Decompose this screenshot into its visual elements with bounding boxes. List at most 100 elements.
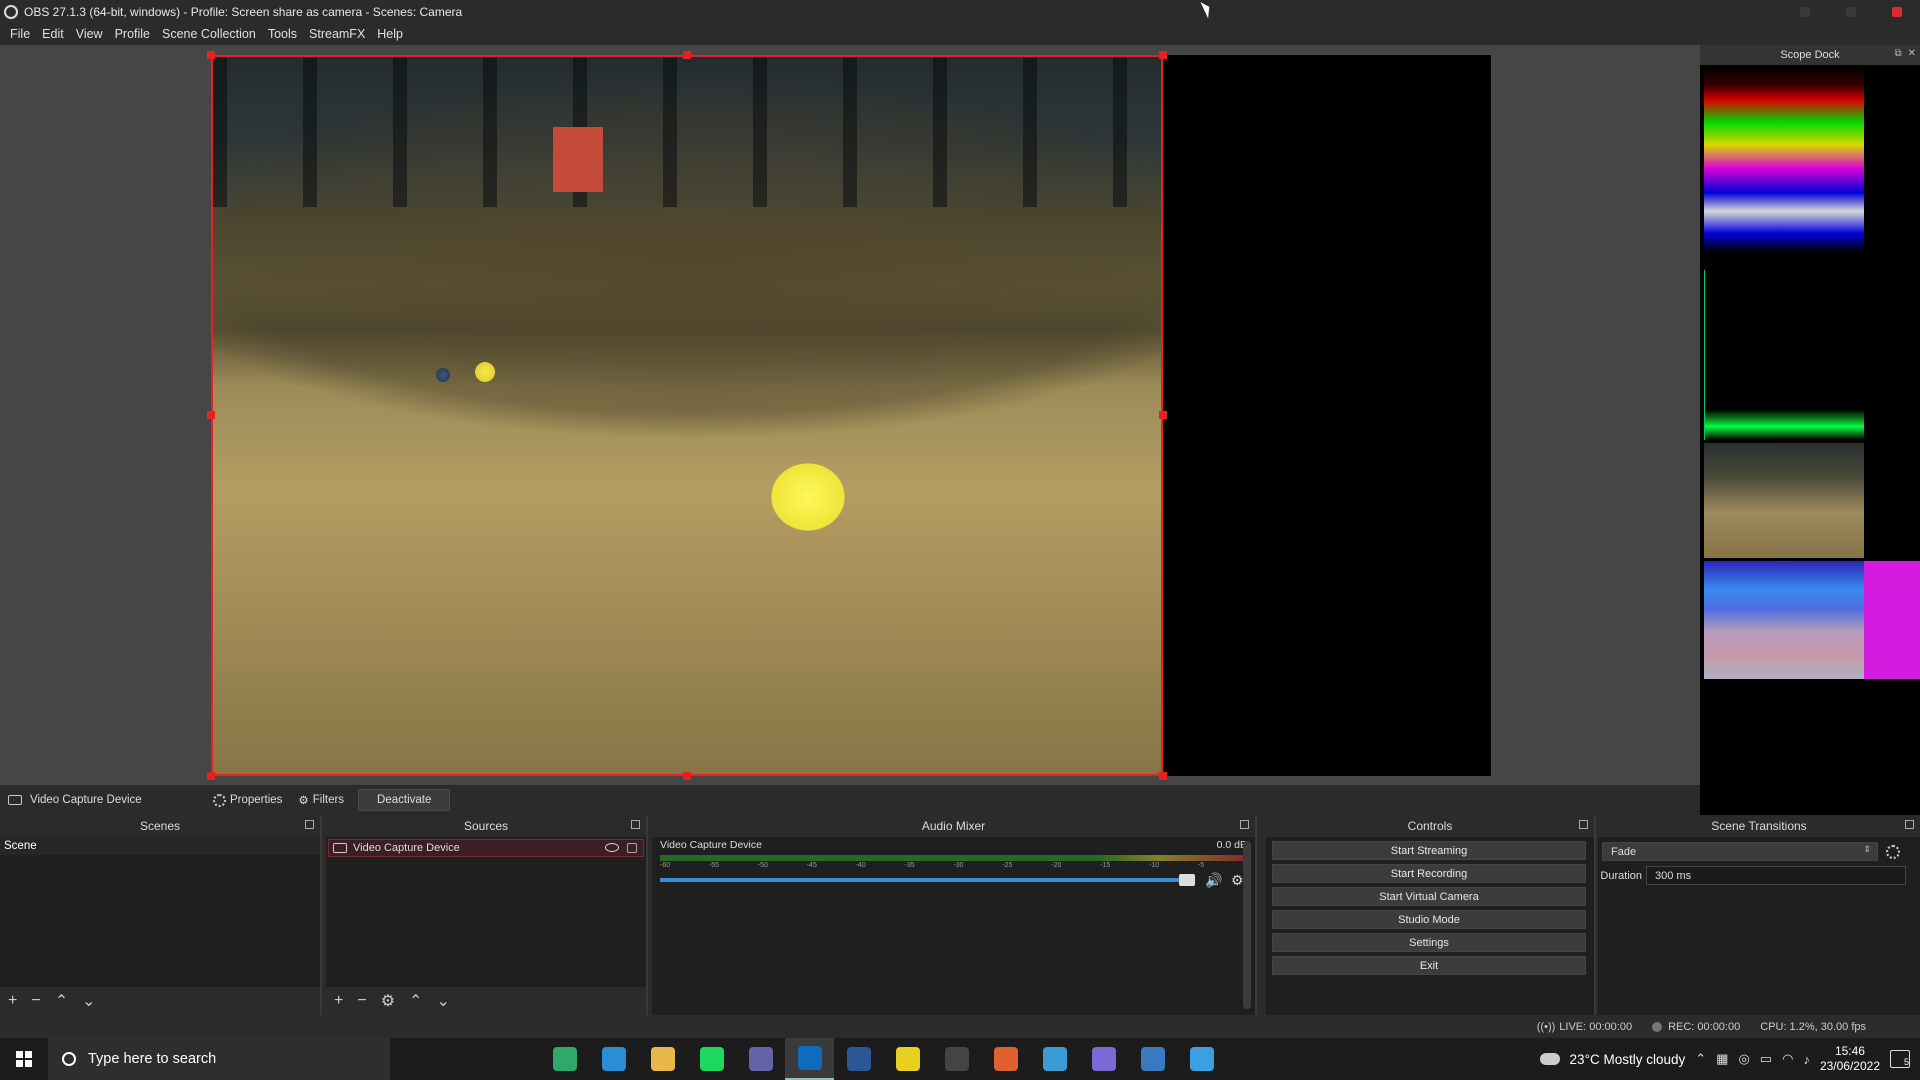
float-icon[interactable] bbox=[1240, 820, 1249, 829]
volume-icon[interactable]: ♪ bbox=[1803, 1052, 1810, 1067]
add-icon[interactable]: + bbox=[8, 992, 17, 1010]
settings-button[interactable]: Settings bbox=[1272, 933, 1586, 952]
remove-icon[interactable]: − bbox=[31, 992, 40, 1010]
speaker-icon[interactable]: 🔊 bbox=[1205, 872, 1222, 888]
deactivate-button[interactable]: Deactivate bbox=[358, 789, 451, 811]
move-down-icon[interactable]: ⌄ bbox=[82, 991, 95, 1011]
resize-handle-br[interactable] bbox=[1159, 772, 1167, 780]
resize-handle-t[interactable] bbox=[683, 51, 691, 59]
taskbar-app[interactable] bbox=[687, 1038, 736, 1080]
start-streaming-button[interactable]: Start Streaming bbox=[1272, 841, 1586, 860]
taskbar-app[interactable] bbox=[589, 1038, 638, 1080]
taskbar-app[interactable] bbox=[1030, 1038, 1079, 1080]
gear-icon[interactable]: ⚙ bbox=[381, 991, 395, 1011]
transition-select[interactable]: Fade ⇕ bbox=[1602, 842, 1878, 861]
add-icon[interactable]: + bbox=[334, 992, 343, 1010]
mixer-scrollbar[interactable] bbox=[1243, 841, 1251, 1009]
studio-mode-button[interactable]: Studio Mode bbox=[1272, 910, 1586, 929]
transitions-title: Scene Transitions bbox=[1711, 819, 1807, 833]
weather-text[interactable]: 23°C Mostly cloudy bbox=[1570, 1052, 1686, 1067]
start-virtual-camera-button[interactable]: Start Virtual Camera bbox=[1272, 887, 1586, 906]
weather-cloud-icon[interactable] bbox=[1539, 1053, 1560, 1065]
menu-edit[interactable]: Edit bbox=[36, 27, 70, 41]
live-status: ((•)) LIVE: 00:00:00 bbox=[1537, 1021, 1632, 1033]
close-button[interactable] bbox=[1874, 0, 1920, 23]
clock[interactable]: 15:46 23/06/2022 bbox=[1820, 1044, 1880, 1074]
taskbar-app[interactable] bbox=[785, 1038, 834, 1080]
scope-preview-thumbnail bbox=[1704, 443, 1864, 558]
resize-handle-tr[interactable] bbox=[1159, 51, 1167, 59]
float-icon[interactable] bbox=[631, 820, 640, 829]
record-dot-icon bbox=[1652, 1021, 1663, 1032]
close-icon[interactable]: ✕ bbox=[1908, 48, 1916, 59]
resize-handle-r[interactable] bbox=[1159, 411, 1167, 419]
system-tray: 23°C Mostly cloudy ⌃ ▦ ◎ ▭ ◠ ♪ 15:46 23/… bbox=[1539, 1038, 1920, 1080]
taskbar-app[interactable] bbox=[638, 1038, 687, 1080]
taskbar-app[interactable] bbox=[834, 1038, 883, 1080]
taskbar-app[interactable] bbox=[1177, 1038, 1226, 1080]
globe-icon[interactable]: ◎ bbox=[1738, 1051, 1749, 1067]
volume-slider-knob[interactable] bbox=[1179, 874, 1195, 886]
move-up-icon[interactable]: ⌃ bbox=[409, 991, 422, 1011]
status-bar: ((•)) LIVE: 00:00:00 REC: 00:00:00 CPU: 1… bbox=[0, 1015, 1920, 1038]
resize-handle-l[interactable] bbox=[207, 411, 215, 419]
menu-view[interactable]: View bbox=[70, 27, 109, 41]
taskbar-app[interactable] bbox=[1128, 1038, 1177, 1080]
start-button[interactable] bbox=[0, 1038, 48, 1080]
menu-help[interactable]: Help bbox=[371, 27, 409, 41]
waveform-scope bbox=[1704, 270, 1864, 440]
float-icon[interactable] bbox=[305, 820, 314, 829]
float-icon[interactable] bbox=[1579, 820, 1588, 829]
video-capture-preview[interactable] bbox=[211, 55, 1163, 776]
gear-icon[interactable] bbox=[1886, 844, 1900, 859]
taskbar-app[interactable] bbox=[932, 1038, 981, 1080]
menu-scene-collection[interactable]: Scene Collection bbox=[156, 27, 262, 41]
app-purple-icon bbox=[1091, 1047, 1116, 1071]
source-item[interactable]: Video Capture Device bbox=[328, 839, 644, 857]
taskbar-app[interactable] bbox=[883, 1038, 932, 1080]
preview-area[interactable] bbox=[0, 45, 1700, 785]
lock-icon[interactable] bbox=[627, 843, 637, 853]
minimize-button[interactable] bbox=[1782, 0, 1828, 23]
battery-icon[interactable]: ▭ bbox=[1760, 1051, 1772, 1067]
taskbar-app[interactable] bbox=[981, 1038, 1030, 1080]
taskbar-app[interactable] bbox=[1079, 1038, 1128, 1080]
exit-button[interactable]: Exit bbox=[1272, 956, 1586, 975]
resize-handle-b[interactable] bbox=[683, 772, 691, 780]
menu-file[interactable]: File bbox=[4, 27, 36, 41]
resize-handle-tl[interactable] bbox=[207, 51, 215, 59]
app-blue-icon bbox=[1042, 1047, 1067, 1071]
chevron-up-icon[interactable]: ⌃ bbox=[1695, 1051, 1706, 1067]
menu-tools[interactable]: Tools bbox=[262, 27, 303, 41]
float-icon[interactable]: ⧉ bbox=[1894, 48, 1901, 59]
move-down-icon[interactable]: ⌄ bbox=[436, 991, 449, 1011]
volume-slider[interactable] bbox=[660, 874, 1195, 886]
taskbar-app[interactable] bbox=[540, 1038, 589, 1080]
float-icon[interactable] bbox=[1905, 820, 1914, 829]
clock-date: 23/06/2022 bbox=[1819, 1059, 1880, 1073]
resize-handle-bl[interactable] bbox=[207, 772, 215, 780]
false-color-scope bbox=[1704, 561, 1864, 679]
visibility-eye-icon[interactable] bbox=[605, 843, 619, 852]
wifi-icon[interactable]: ◠ bbox=[1782, 1051, 1793, 1067]
app-orange-icon bbox=[993, 1047, 1018, 1071]
tick-label: -20 bbox=[1051, 862, 1062, 869]
taskbar-search[interactable]: Type here to search bbox=[48, 1038, 390, 1080]
network-icon[interactable]: ▦ bbox=[1716, 1051, 1728, 1067]
remove-icon[interactable]: − bbox=[357, 992, 366, 1010]
maximize-button[interactable] bbox=[1828, 0, 1874, 23]
filters-button[interactable]: ⚙ Filters bbox=[290, 789, 352, 811]
scene-item[interactable]: Scene bbox=[0, 837, 320, 855]
camera-icon bbox=[8, 795, 22, 805]
notifications-icon[interactable]: 5 bbox=[1890, 1050, 1910, 1068]
tick-label: -40 bbox=[855, 862, 866, 869]
move-up-icon[interactable]: ⌃ bbox=[55, 991, 68, 1011]
menu-profile[interactable]: Profile bbox=[109, 27, 156, 41]
start-recording-button[interactable]: Start Recording bbox=[1272, 864, 1586, 883]
scope-dock-title: Scope Dock bbox=[1780, 49, 1840, 61]
source-item-label: Video Capture Device bbox=[353, 842, 460, 854]
taskbar-app[interactable] bbox=[736, 1038, 785, 1080]
properties-button[interactable]: Properties bbox=[205, 789, 290, 811]
menu-streamfx[interactable]: StreamFX bbox=[303, 27, 371, 41]
duration-input[interactable]: 300 ms bbox=[1646, 866, 1906, 885]
